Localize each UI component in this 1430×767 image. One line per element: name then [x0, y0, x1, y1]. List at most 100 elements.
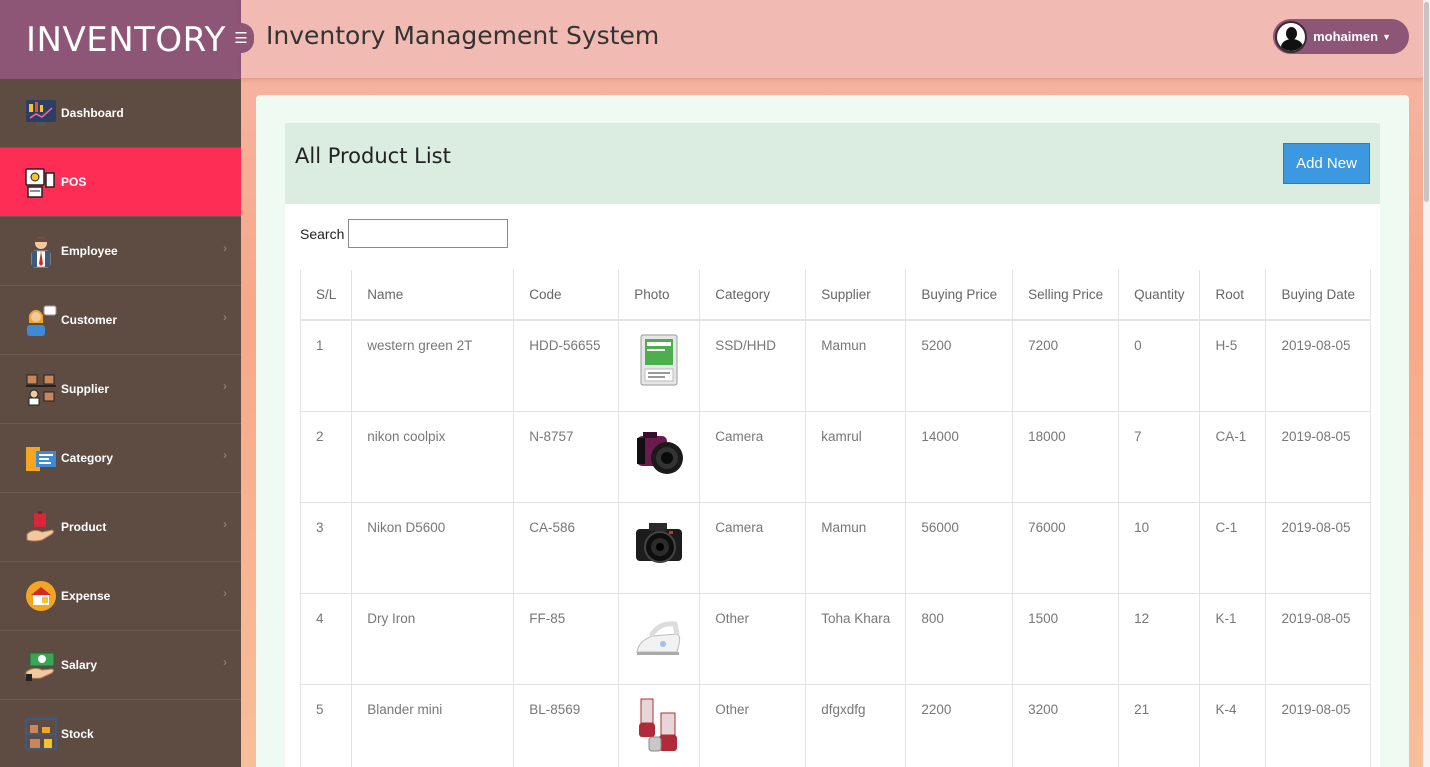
cell-buying-price: 56000	[905, 502, 1014, 594]
cell-name: Dry Iron	[351, 593, 515, 685]
chevron-right-icon: ›	[223, 517, 227, 531]
app-title: Inventory Management System	[266, 21, 660, 50]
cell-photo	[618, 684, 701, 767]
cell-photo	[618, 593, 701, 685]
cell-buying-date: 2019-08-05	[1265, 320, 1372, 412]
cell-category: Camera	[699, 502, 807, 594]
cell-name: western green 2T	[351, 320, 515, 412]
cell-supplier: kamrul	[805, 411, 907, 503]
page-title: All Product List	[295, 144, 451, 168]
chevron-right-icon: ›	[223, 448, 227, 462]
column-header-buying-date[interactable]: Buying Date	[1265, 270, 1372, 321]
cell-quantity: 7	[1118, 411, 1201, 503]
cell-buying-price: 2200	[905, 684, 1014, 767]
brand-logo[interactable]: INVENTORY	[0, 0, 241, 79]
cell-sl: 3	[299, 502, 353, 594]
cell-selling-price: 1500	[1012, 593, 1120, 685]
cell-photo	[618, 502, 701, 594]
dslr-camera-photo	[636, 522, 683, 563]
column-header-code[interactable]: Code	[513, 270, 620, 321]
cell-buying-date: 2019-08-05	[1265, 684, 1372, 767]
cell-root: H-5	[1199, 320, 1267, 412]
salary-icon	[24, 648, 58, 682]
table-row[interactable]: 4 Dry Iron FF-85 Other Toha Khara 800 15…	[299, 593, 1372, 685]
sidebar-item-employee[interactable]: Employee ›	[0, 217, 241, 286]
sidebar-item-label: Dashboard	[61, 106, 124, 120]
add-new-button[interactable]: Add New	[1283, 143, 1370, 184]
cell-code: N-8757	[513, 411, 620, 503]
sidebar-item-expense[interactable]: Expense ›	[0, 562, 241, 631]
cell-sl: 2	[299, 411, 353, 503]
cell-sl: 4	[299, 593, 353, 685]
cell-selling-price: 3200	[1012, 684, 1120, 767]
sidebar-item-customer[interactable]: Customer ›	[0, 286, 241, 355]
sidebar-item-label: Salary	[61, 658, 98, 672]
scrollbar-thumb[interactable]	[1424, 2, 1429, 202]
page-scrollbar[interactable]	[1423, 0, 1430, 767]
sidebar-item-stock[interactable]: Stock	[0, 700, 241, 767]
cell-sl: 5	[299, 684, 353, 767]
column-header-supplier[interactable]: Supplier	[805, 270, 907, 321]
table-row[interactable]: 3 Nikon D5600 CA-586 Camera Mamun 56000 …	[299, 502, 1372, 594]
cell-selling-price: 18000	[1012, 411, 1120, 503]
column-header-sl[interactable]: S/L	[299, 270, 353, 321]
sidebar: Dashboard POS Employee › Customer › Supp…	[0, 79, 241, 767]
dashboard-icon	[24, 96, 58, 130]
cell-buying-date: 2019-08-05	[1265, 593, 1372, 685]
product-list-card: All Product List Add New Search S/L Name…	[256, 95, 1409, 767]
sidebar-item-pos[interactable]: POS	[0, 148, 241, 217]
table-row[interactable]: 1 western green 2T HDD-56655 SSD/HHD Mam…	[299, 320, 1372, 412]
chevron-right-icon: ›	[223, 379, 227, 393]
cell-name: nikon coolpix	[351, 411, 515, 503]
cell-root: K-4	[1199, 684, 1267, 767]
expense-icon	[24, 579, 58, 613]
user-menu-button[interactable]: mohaimen ▼	[1273, 19, 1409, 54]
search-label: Search	[300, 225, 345, 242]
column-header-quantity[interactable]: Quantity	[1118, 270, 1201, 321]
cell-buying-price: 5200	[905, 320, 1014, 412]
sidebar-item-product[interactable]: Product ›	[0, 493, 241, 562]
iron-photo	[636, 620, 681, 655]
sidebar-item-label: Employee	[61, 244, 118, 258]
sidebar-item-supplier[interactable]: Supplier ›	[0, 355, 241, 424]
sidebar-item-salary[interactable]: Salary ›	[0, 631, 241, 700]
card-header: All Product List Add New	[285, 123, 1380, 204]
cell-category: Other	[699, 593, 807, 685]
table-row[interactable]: 5 Blander mini BL-8569 Other dfgxdfg 220…	[299, 684, 1372, 767]
cell-supplier: Mamun	[805, 320, 907, 412]
sidebar-item-dashboard[interactable]: Dashboard	[0, 79, 241, 148]
sidebar-item-label: Supplier	[61, 382, 110, 396]
top-header: ☰ Inventory Management System mohaimen ▼	[228, 0, 1423, 79]
cell-supplier: dfgxdfg	[805, 684, 907, 767]
chevron-right-icon: ›	[223, 655, 227, 669]
cell-code: BL-8569	[513, 684, 620, 767]
column-header-photo[interactable]: Photo	[618, 270, 701, 321]
hard-drive-photo	[640, 334, 678, 386]
column-header-root[interactable]: Root	[1199, 270, 1267, 321]
column-header-name[interactable]: Name	[351, 270, 515, 321]
cell-photo	[618, 411, 701, 503]
cell-quantity: 12	[1118, 593, 1201, 685]
table-row[interactable]: 2 nikon coolpix N-8757 Camera kamrul 140…	[299, 411, 1372, 503]
cell-supplier: Toha Khara	[805, 593, 907, 685]
caret-down-icon: ▼	[1382, 31, 1391, 42]
sidebar-item-label: Customer	[61, 313, 118, 327]
product-table: S/L Name Code Photo Category Supplier Bu…	[299, 270, 1372, 767]
column-header-buying-price[interactable]: Buying Price	[905, 270, 1014, 321]
user-name: mohaimen	[1313, 29, 1379, 44]
cell-category: Camera	[699, 411, 807, 503]
sidebar-item-label: Expense	[61, 589, 111, 603]
cell-root: C-1	[1199, 502, 1267, 594]
column-header-category[interactable]: Category	[699, 270, 807, 321]
sidebar-item-label: Category	[61, 451, 114, 465]
sidebar-item-category[interactable]: Category ›	[0, 424, 241, 493]
cell-supplier: Mamun	[805, 502, 907, 594]
cell-quantity: 10	[1118, 502, 1201, 594]
menu-toggle-icon[interactable]: ☰	[228, 23, 254, 53]
employee-icon	[24, 234, 58, 268]
table-header-row: S/L Name Code Photo Category Supplier Bu…	[299, 270, 1372, 321]
customer-icon	[24, 303, 58, 337]
column-header-selling-price[interactable]: Selling Price	[1012, 270, 1120, 321]
search-input[interactable]	[348, 219, 509, 248]
cell-photo	[618, 320, 701, 412]
